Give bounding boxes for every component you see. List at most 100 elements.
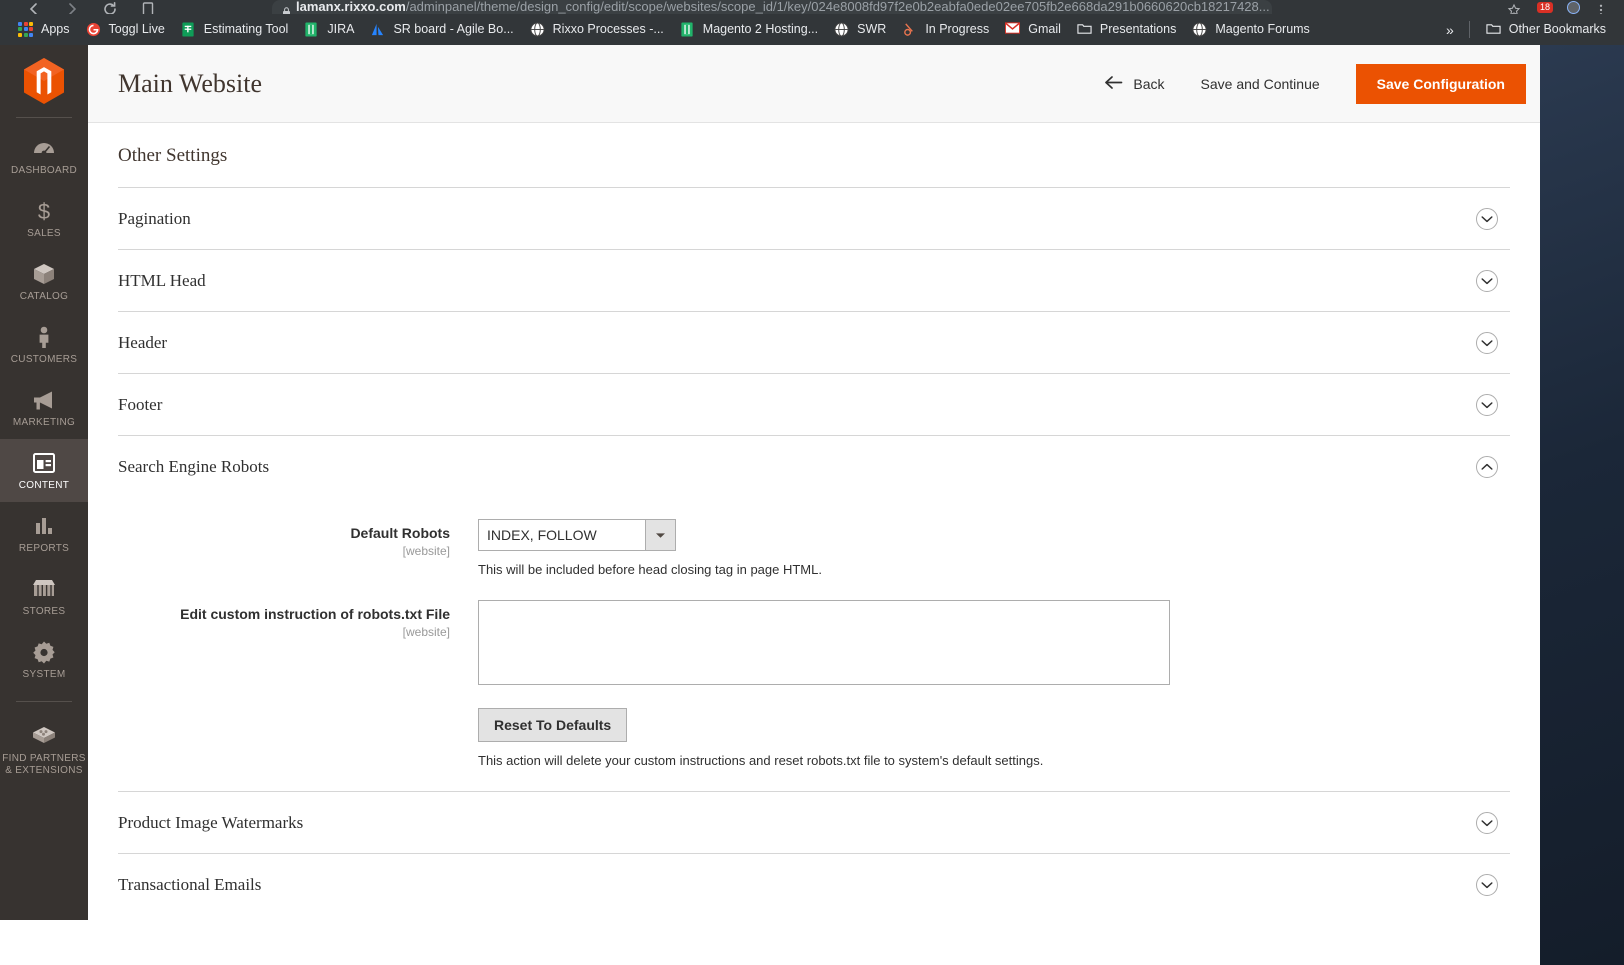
section-header-html-head[interactable]: HTML Head [118, 250, 1510, 311]
sidebar-item-content[interactable]: CONTENT [0, 439, 88, 502]
section-header-search-engine-robots[interactable]: Search Engine Robots [118, 436, 1510, 497]
folder-icon [1077, 22, 1093, 38]
field-control-col: INDEX, FOLLOW This will be included befo… [478, 519, 1510, 578]
omnibox-row: lamanx.rixxo.com/adminpanel/theme/design… [0, 0, 1624, 14]
bookmark-magento2-hosting[interactable]: Magento 2 Hosting... [672, 19, 826, 41]
storefront-icon [2, 576, 86, 602]
bookmark-sr-board[interactable]: SR board - Agile Bo... [362, 19, 521, 41]
bookmark-apps[interactable]: Apps [10, 19, 78, 41]
default-robots-scope: [website] [118, 544, 450, 558]
forward-arrow-icon[interactable] [64, 0, 80, 14]
bookmark-label: Rixxo Processes -... [553, 22, 664, 37]
other-bookmarks-label: Other Bookmarks [1509, 22, 1606, 37]
person-icon [2, 324, 86, 350]
back-button[interactable]: Back [1088, 67, 1180, 101]
custom-instruction-textarea[interactable] [478, 600, 1170, 685]
page-icon[interactable] [140, 0, 156, 14]
sidebar-item-stores[interactable]: STORES [0, 565, 88, 628]
bookmark-presentations[interactable]: Presentations [1069, 19, 1184, 41]
bookmark-gmail[interactable]: Gmail [997, 19, 1069, 41]
default-robots-select[interactable]: INDEX, FOLLOW [478, 519, 676, 551]
browser-nav-buttons [0, 0, 156, 14]
address-bar[interactable]: lamanx.rixxo.com/adminpanel/theme/design… [272, 0, 1272, 14]
section-header-pagination[interactable]: Pagination [118, 188, 1510, 249]
bookmark-label: Magento 2 Hosting... [703, 22, 818, 37]
url-path: /adminpanel/theme/design_config/edit/sco… [406, 0, 1270, 14]
sheets-icon [680, 22, 696, 38]
section-title: HTML Head [118, 271, 206, 291]
dollar-icon: $ [2, 198, 86, 224]
reset-to-defaults-button[interactable]: Reset To Defaults [478, 708, 627, 742]
bookmark-estimating-tool[interactable]: Estimating Tool [173, 19, 297, 41]
section-title: Search Engine Robots [118, 457, 269, 477]
field-default-robots: Default Robots [website] INDEX, FOLLOW [118, 519, 1510, 578]
sidebar-item-find-partners-extensions[interactable]: FIND PARTNERS & EXTENSIONS [0, 712, 88, 787]
sidebar-item-catalog[interactable]: CATALOG [0, 250, 88, 313]
other-bookmarks-button[interactable]: Other Bookmarks [1478, 19, 1614, 41]
globe-icon [530, 22, 546, 38]
bookmark-magento-forums[interactable]: Magento Forums [1184, 19, 1317, 41]
sidebar-item-label: DASHBOARD [2, 165, 86, 177]
url-domain: lamanx.rixxo.com [296, 0, 406, 14]
google-icon [86, 22, 102, 38]
chevron-up-icon[interactable] [1476, 456, 1498, 478]
field-label-col: Edit custom instruction of robots.txt Fi… [118, 600, 478, 690]
bookmark-label: Presentations [1100, 22, 1176, 37]
address-bar-text: lamanx.rixxo.com/adminpanel/theme/design… [296, 0, 1270, 14]
sidebar-item-label: MARKETING [2, 417, 86, 429]
profile-avatar[interactable] [1567, 1, 1580, 14]
chevron-down-icon[interactable] [1476, 874, 1498, 896]
bookmarks-divider [1469, 21, 1470, 38]
lock-icon [282, 4, 291, 14]
sidebar-item-system[interactable]: SYSTEM [0, 628, 88, 691]
chevron-down-icon[interactable] [1476, 208, 1498, 230]
bookmark-label: JIRA [327, 22, 354, 37]
bookmark-rixxo-processes[interactable]: Rixxo Processes -... [522, 19, 672, 41]
sidebar-item-reports[interactable]: REPORTS [0, 502, 88, 565]
sidebar-item-marketing[interactable]: MARKETING [0, 376, 88, 439]
field-label-col: Default Robots [website] [118, 519, 478, 578]
dashboard-icon [2, 135, 86, 161]
bookmark-label: Estimating Tool [204, 22, 289, 37]
chevron-down-icon[interactable] [1476, 394, 1498, 416]
magento-logo-icon[interactable] [0, 45, 88, 117]
section-header-footer[interactable]: Footer [118, 374, 1510, 435]
section-title: Pagination [118, 209, 191, 229]
bookmark-swr[interactable]: SWR [826, 19, 894, 41]
section-title: Transactional Emails [118, 875, 261, 895]
section-header-transactional-emails[interactable]: Transactional Emails [118, 854, 1510, 915]
browser-chrome: lamanx.rixxo.com/adminpanel/theme/design… [0, 0, 1624, 45]
extension-badge-count[interactable]: 18 [1537, 2, 1553, 13]
globe-icon [1192, 22, 1208, 38]
default-robots-label: Default Robots [118, 525, 450, 542]
section-header-header[interactable]: Header [118, 312, 1510, 373]
bookmark-toggl-live[interactable]: Toggl Live [78, 19, 173, 41]
megaphone-icon [2, 387, 86, 413]
sidebar-item-sales[interactable]: $ SALES [0, 187, 88, 250]
chevron-down-icon[interactable] [1476, 812, 1498, 834]
chevron-down-icon[interactable] [1476, 270, 1498, 292]
layout-icon [2, 450, 86, 476]
box-icon [2, 261, 86, 287]
reload-icon[interactable] [102, 0, 118, 14]
bookmark-label: Toggl Live [109, 22, 165, 37]
back-arrow-icon[interactable] [26, 0, 42, 14]
field-control-col: Reset To Defaults This action will delet… [478, 708, 1510, 769]
bookmark-in-progress[interactable]: In Progress [894, 19, 997, 41]
browser-menu-icon[interactable] [1594, 0, 1610, 14]
jira-progress-icon [902, 22, 918, 38]
sidebar-item-dashboard[interactable]: DASHBOARD [0, 124, 88, 187]
default-robots-note: This will be included before head closin… [478, 562, 1510, 578]
section-pagination: Pagination [118, 187, 1510, 249]
bookmark-jira[interactable]: JIRA [296, 19, 362, 41]
bookmark-label: Gmail [1028, 22, 1061, 37]
svg-text:$: $ [38, 199, 50, 224]
desktop-background [1540, 45, 1624, 965]
chevron-down-icon[interactable] [1476, 332, 1498, 354]
bookmarks-overflow-button[interactable]: » [1439, 19, 1461, 41]
save-and-continue-button[interactable]: Save and Continue [1181, 68, 1340, 100]
save-configuration-button[interactable]: Save Configuration [1356, 64, 1526, 104]
sidebar-item-customers[interactable]: CUSTOMERS [0, 313, 88, 376]
bookmark-star-icon[interactable] [1507, 0, 1523, 14]
section-header-product-image-watermarks[interactable]: Product Image Watermarks [118, 792, 1510, 853]
